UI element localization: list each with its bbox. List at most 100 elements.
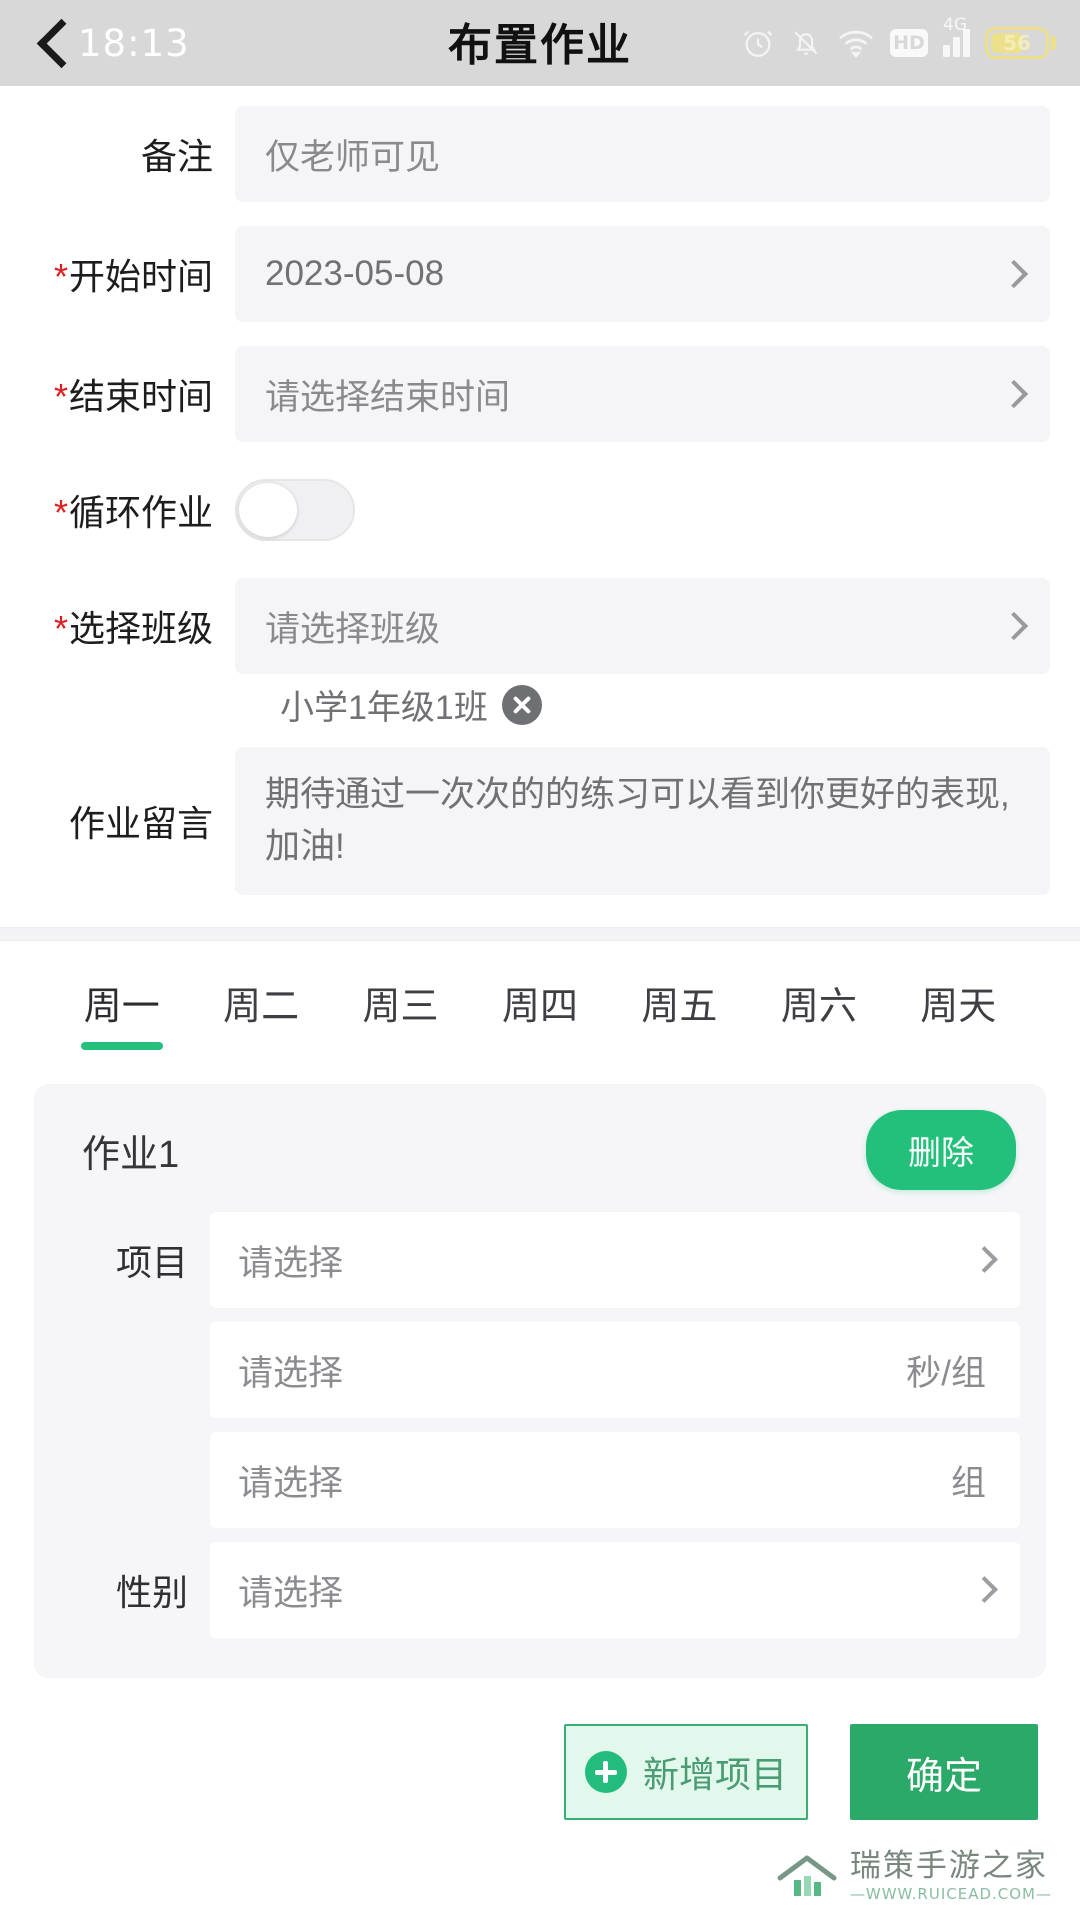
sets-unit: 组 bbox=[950, 1463, 986, 1503]
select-class-picker[interactable]: 请选择班级 bbox=[235, 578, 1050, 674]
app-screen: 18:13 布置作业 HD 4G 56 备注 仅老师可见 *开始时间 2023-… bbox=[0, 0, 1080, 1920]
required-asterisk: * bbox=[53, 608, 68, 649]
tab-label: 周三 bbox=[362, 986, 439, 1028]
form-row-select-class: *选择班级 请选择班级 bbox=[30, 578, 1050, 674]
status-bar: 18:13 布置作业 HD 4G 56 bbox=[0, 0, 1080, 86]
gender-label: 性别 bbox=[115, 1572, 188, 1613]
hd-icon: HD bbox=[890, 29, 928, 57]
toggle-knob bbox=[239, 483, 297, 537]
close-circle-icon[interactable] bbox=[501, 684, 542, 725]
selected-class-label: 小学1年级1班 bbox=[280, 689, 488, 727]
tab-active-indicator bbox=[80, 1042, 163, 1050]
section-divider bbox=[0, 927, 1080, 941]
card-row-project: 项目 请选择 bbox=[60, 1212, 1020, 1308]
project-picker[interactable]: 请选择 bbox=[210, 1212, 1020, 1308]
remark-label: 备注 bbox=[140, 136, 213, 177]
form-row-recurring: *循环作业 bbox=[30, 466, 1050, 554]
required-asterisk: * bbox=[53, 492, 68, 533]
end-time-picker[interactable]: 请选择结束时间 bbox=[235, 346, 1050, 442]
chevron-left-icon[interactable] bbox=[34, 17, 74, 69]
tab-label: 周一 bbox=[83, 986, 160, 1028]
recurring-label-text: 循环作业 bbox=[68, 492, 213, 533]
delete-homework-button[interactable]: 删除 bbox=[866, 1110, 1016, 1190]
tab-sunday[interactable]: 周天 bbox=[889, 975, 1028, 1050]
select-class-placeholder: 请选择班级 bbox=[265, 609, 441, 649]
chevron-right-icon bbox=[999, 259, 1029, 289]
add-item-label: 新增项目 bbox=[642, 1754, 787, 1795]
watermark-text: 瑞策手游之家 —WWW.RUICEAD.COM— bbox=[850, 1850, 1052, 1902]
watermark-name: 瑞策手游之家 bbox=[849, 1848, 1048, 1883]
tab-tuesday[interactable]: 周二 bbox=[191, 975, 330, 1050]
end-time-label: *结束时间 bbox=[30, 368, 235, 420]
card-row-duration: 请选择 秒/组 bbox=[60, 1322, 1020, 1418]
battery-icon: 56 bbox=[985, 27, 1056, 59]
chevron-right-icon bbox=[999, 379, 1029, 409]
signal-bar-2 bbox=[953, 37, 960, 57]
watermark: 瑞策手游之家 —WWW.RUICEAD.COM— bbox=[776, 1850, 1052, 1902]
start-time-value: 2023-05-08 bbox=[265, 254, 445, 293]
status-icons: HD 4G 56 bbox=[741, 15, 1056, 60]
signal-4g-icon: 4G bbox=[943, 15, 970, 57]
tab-label: 周四 bbox=[501, 986, 578, 1028]
weekday-tabs: 周一 周二 周三 周四 周五 周六 周天 bbox=[0, 941, 1080, 1060]
sets-value: 请选择 bbox=[238, 1463, 344, 1503]
recurring-label: *循环作业 bbox=[30, 484, 235, 536]
confirm-button[interactable]: 确定 bbox=[850, 1724, 1038, 1820]
chevron-right-icon bbox=[971, 1246, 998, 1273]
homework-card-header: 作业1 删除 bbox=[60, 1110, 1020, 1212]
remark-placeholder: 仅老师可见 bbox=[265, 137, 441, 177]
alarm-icon bbox=[743, 30, 773, 57]
tab-label: 周二 bbox=[223, 986, 300, 1028]
selected-class-chip: 小学1年级1班 bbox=[235, 680, 1050, 729]
watermark-url: —WWW.RUICEAD.COM— bbox=[849, 1885, 1052, 1903]
tab-wednesday[interactable]: 周三 bbox=[331, 975, 470, 1050]
end-time-placeholder: 请选择结束时间 bbox=[265, 377, 511, 417]
duration-value: 请选择 bbox=[238, 1353, 344, 1393]
card-row-sets: 请选择 组 bbox=[60, 1432, 1020, 1528]
tab-thursday[interactable]: 周四 bbox=[470, 975, 609, 1050]
tab-monday[interactable]: 周一 bbox=[52, 975, 191, 1050]
tab-label: 周六 bbox=[780, 986, 857, 1028]
add-item-button[interactable]: 新增项目 bbox=[564, 1724, 808, 1820]
form-row-start-time: *开始时间 2023-05-08 bbox=[30, 226, 1050, 322]
plus-circle-icon bbox=[584, 1751, 627, 1793]
select-class-label-text: 选择班级 bbox=[68, 608, 213, 649]
tab-label: 周五 bbox=[641, 986, 718, 1028]
recurring-toggle[interactable] bbox=[235, 479, 355, 541]
remark-input[interactable]: 仅老师可见 bbox=[235, 106, 1050, 202]
house-logo-icon bbox=[777, 1855, 837, 1896]
required-asterisk: * bbox=[53, 376, 68, 417]
start-time-picker[interactable]: 2023-05-08 bbox=[235, 226, 1050, 322]
wifi-icon bbox=[839, 30, 873, 58]
tab-label: 周天 bbox=[920, 986, 997, 1028]
form-row-remark: 备注 仅老师可见 bbox=[30, 106, 1050, 202]
project-label: 项目 bbox=[115, 1242, 188, 1283]
start-time-label-text: 开始时间 bbox=[68, 256, 213, 297]
homework-card-wrap: 作业1 删除 项目 请选择 请选择 秒/组 请选择 组 性别 请选择 bbox=[0, 1060, 1080, 1678]
footer-actions: 新增项目 确定 bbox=[0, 1678, 1080, 1820]
tab-friday[interactable]: 周五 bbox=[610, 975, 749, 1050]
end-time-label-text: 结束时间 bbox=[68, 376, 213, 417]
chevron-right-icon bbox=[999, 611, 1029, 641]
select-class-label: *选择班级 bbox=[30, 600, 235, 652]
form-row-end-time: *结束时间 请选择结束时间 bbox=[30, 346, 1050, 442]
homework-card-title: 作业1 bbox=[82, 1133, 180, 1176]
gender-picker[interactable]: 请选择 bbox=[210, 1542, 1020, 1638]
status-clock: 18:13 bbox=[78, 21, 190, 65]
signal-bar-1 bbox=[943, 45, 950, 57]
start-time-label: *开始时间 bbox=[30, 248, 235, 300]
message-value: 期待通过一次次的的练习可以看到你更好的表现,加油! bbox=[265, 775, 1010, 866]
battery-level-label: 56 bbox=[1003, 31, 1031, 55]
duration-unit: 秒/组 bbox=[906, 1353, 986, 1393]
form-row-message: 作业留言 期待通过一次次的的练习可以看到你更好的表现,加油! bbox=[30, 747, 1050, 895]
homework-card: 作业1 删除 项目 请选择 请选择 秒/组 请选择 组 性别 请选择 bbox=[34, 1084, 1046, 1678]
card-row-gender: 性别 请选择 bbox=[60, 1542, 1020, 1638]
message-label: 作业留言 bbox=[68, 803, 213, 844]
assignment-form: 备注 仅老师可见 *开始时间 2023-05-08 *结束时间 请选择结束时间 … bbox=[0, 86, 1080, 927]
sets-picker[interactable]: 请选择 组 bbox=[210, 1432, 1020, 1528]
tab-saturday[interactable]: 周六 bbox=[749, 975, 888, 1050]
message-textarea[interactable]: 期待通过一次次的的练习可以看到你更好的表现,加油! bbox=[235, 747, 1050, 895]
project-value: 请选择 bbox=[238, 1243, 344, 1283]
signal-bar-3 bbox=[963, 29, 970, 57]
duration-picker[interactable]: 请选择 秒/组 bbox=[210, 1322, 1020, 1418]
